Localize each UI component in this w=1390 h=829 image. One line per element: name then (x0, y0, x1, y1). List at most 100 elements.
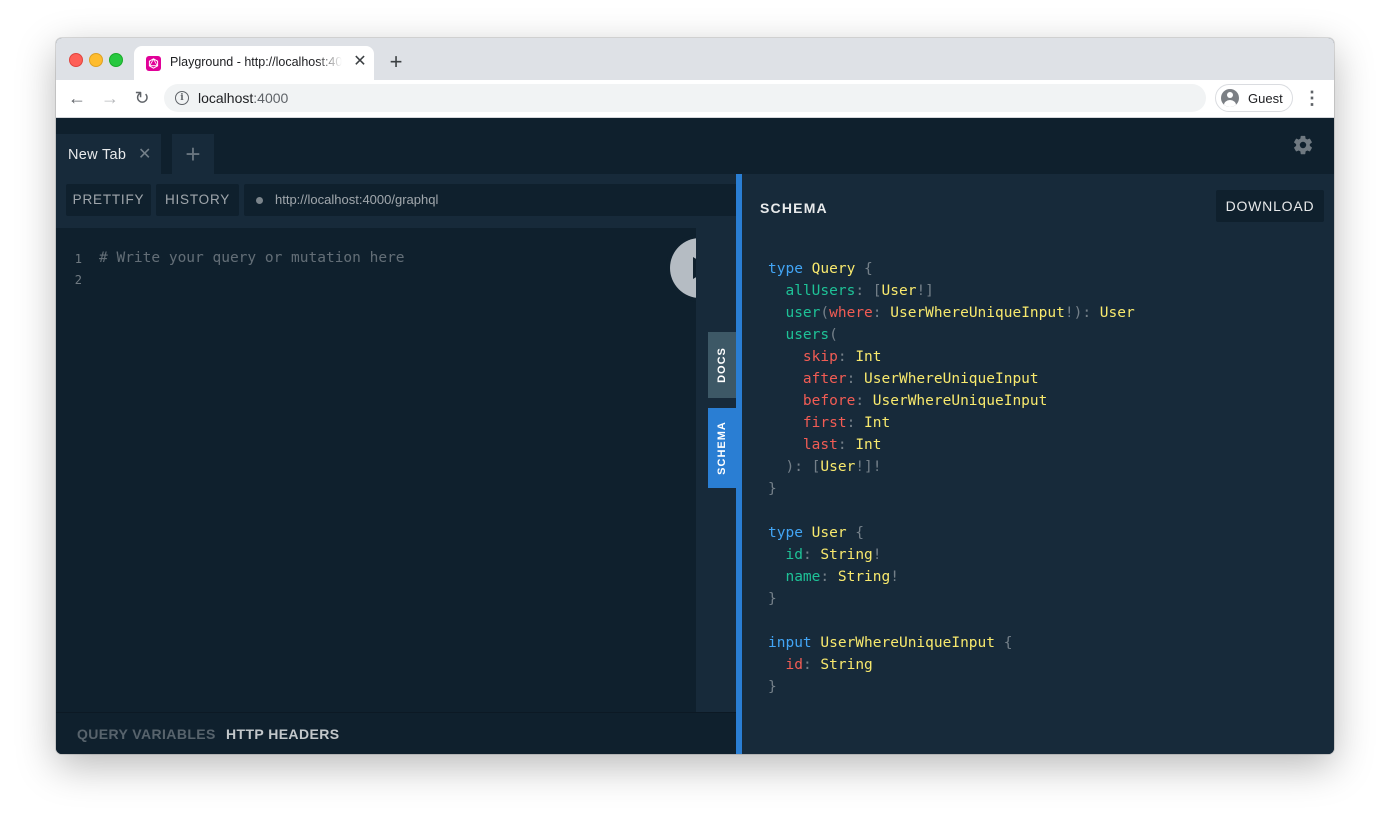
editor-toolbar: PRETTIFY HISTORY http://localhost:4000/g… (56, 174, 738, 228)
sdl-token: User (820, 459, 856, 475)
sdl-line: } (768, 676, 1135, 698)
info-icon[interactable]: i (175, 91, 189, 105)
playground-tab[interactable]: New Tab ✕ (56, 134, 161, 174)
close-window-button[interactable] (69, 53, 83, 67)
maximize-window-button[interactable] (109, 53, 123, 67)
sdl-token: ! (890, 569, 899, 585)
docs-side-tab-label: DOCS (716, 347, 728, 383)
bottom-drawer-bar: QUERY VARIABLES HTTP HEADERS (56, 712, 738, 754)
sdl-line: last: Int (768, 434, 1135, 456)
back-icon[interactable]: ← (65, 86, 89, 110)
sdl-line: id: String! (768, 544, 1135, 566)
sdl-token: : (872, 305, 891, 321)
history-button[interactable]: HISTORY (156, 184, 239, 216)
sdl-token (768, 305, 785, 321)
new-tab-button[interactable]: + (384, 50, 408, 74)
sdl-line: allUsers: [User!] (768, 280, 1135, 302)
sdl-token: !): (1064, 305, 1100, 321)
query-editor[interactable]: 1 2 # Write your query or mutation here (56, 228, 696, 712)
sdl-line: type Query { (768, 258, 1135, 280)
sdl-token: id (785, 657, 803, 673)
sdl-token: : (846, 371, 865, 387)
playground-tab-label: New Tab (68, 147, 127, 163)
sdl-token: UserWhereUniqueInput (820, 635, 995, 651)
address-bar[interactable]: i localhost:4000 (164, 84, 1206, 112)
sdl-token (768, 283, 785, 299)
avatar-icon (1221, 89, 1239, 107)
minimize-window-button[interactable] (89, 53, 103, 67)
sdl-token (768, 569, 785, 585)
sdl-token: : (820, 569, 838, 585)
profile-button[interactable]: Guest (1215, 84, 1293, 112)
prettify-button[interactable]: PRETTIFY (66, 184, 151, 216)
sdl-line: after: UserWhereUniqueInput (768, 368, 1135, 390)
schema-panel: SCHEMA DOWNLOAD type Query { allUsers: [… (742, 174, 1334, 754)
sdl-token: : (802, 547, 821, 563)
docs-side-tab[interactable]: DOCS (708, 332, 736, 398)
url-text: localhost:4000 (198, 90, 288, 106)
playground-tabbar: New Tab ✕ + (56, 118, 1334, 174)
endpoint-url: http://localhost:4000/graphql (275, 192, 439, 207)
sdl-token: type (768, 525, 803, 541)
sdl-token (768, 437, 803, 453)
sdl-token (768, 547, 785, 563)
sdl-token: UserWhereUniqueInput (872, 393, 1048, 409)
url-host: localhost (198, 90, 254, 106)
schema-panel-title: SCHEMA (760, 200, 828, 216)
endpoint-input[interactable]: http://localhost:4000/graphql (244, 184, 738, 216)
sdl-token: id (785, 547, 803, 563)
schema-side-tab-label: SCHEMA (716, 421, 728, 475)
sdl-token: after (802, 371, 847, 387)
sdl-token: } (768, 591, 777, 607)
download-button[interactable]: DOWNLOAD (1216, 190, 1324, 222)
http-headers-tab[interactable]: HTTP HEADERS (226, 726, 339, 742)
sdl-token (768, 415, 803, 431)
sdl-token: { (846, 525, 865, 541)
side-tab-strip: DOCS SCHEMA (696, 228, 736, 712)
browser-tabstrip: Playground - http://localhost:4000 ✕ + (56, 38, 1334, 80)
gear-icon[interactable] (1292, 134, 1314, 156)
close-icon[interactable]: ✕ (138, 144, 151, 164)
sdl-line: type User { (768, 522, 1135, 544)
sdl-token: ): [ (768, 459, 821, 475)
status-dot (256, 197, 263, 204)
sdl-token: skip (802, 349, 838, 365)
profile-label: Guest (1248, 91, 1283, 106)
sdl-token (768, 371, 803, 387)
browser-tab-title: Playground - http://localhost:4000 (170, 55, 342, 69)
sdl-token: ( (829, 327, 838, 343)
sdl-line: user(where: UserWhereUniqueInput!): User (768, 302, 1134, 324)
sdl-token: : (802, 657, 821, 673)
browser-toolbar: ← → ↻ i localhost:4000 Guest ⋮ (56, 80, 1334, 118)
sdl-token: String (820, 657, 873, 673)
url-port: :4000 (253, 90, 289, 106)
add-tab-button[interactable]: + (172, 134, 214, 174)
sdl-token: : (855, 393, 873, 409)
sdl-token: { (855, 261, 873, 277)
sdl-token (768, 327, 785, 343)
line-number: 1 (74, 252, 82, 266)
browser-window: Playground - http://localhost:4000 ✕ + ←… (56, 38, 1334, 754)
query-variables-tab[interactable]: QUERY VARIABLES (77, 726, 216, 742)
sdl-token: UserWhereUniqueInput (864, 371, 1039, 387)
forward-icon[interactable]: → (98, 86, 122, 110)
sdl-token: User (881, 283, 917, 299)
sdl-token: where (829, 305, 873, 321)
sdl-line (768, 500, 1135, 522)
sdl-token: input (768, 635, 812, 651)
sdl-token: first (802, 415, 847, 431)
sdl-token: users (785, 327, 830, 343)
sdl-token: { (995, 635, 1013, 651)
sdl-line: id: String (768, 654, 1135, 676)
schema-side-tab[interactable]: SCHEMA (708, 408, 736, 488)
close-icon[interactable]: ✕ (350, 52, 370, 72)
browser-tab[interactable]: Playground - http://localhost:4000 ✕ (134, 46, 374, 80)
sdl-token: : (846, 415, 865, 431)
graphql-playground: New Tab ✕ + PRETTIFY HISTORY http://loca… (56, 118, 1334, 754)
sdl-line: first: Int (768, 412, 1135, 434)
more-menu-icon[interactable]: ⋮ (1302, 86, 1322, 110)
sdl-token: Query (811, 261, 856, 277)
reload-icon[interactable]: ↻ (130, 86, 154, 110)
sdl-line: skip: Int (768, 346, 1135, 368)
sdl-token: String (820, 547, 873, 563)
